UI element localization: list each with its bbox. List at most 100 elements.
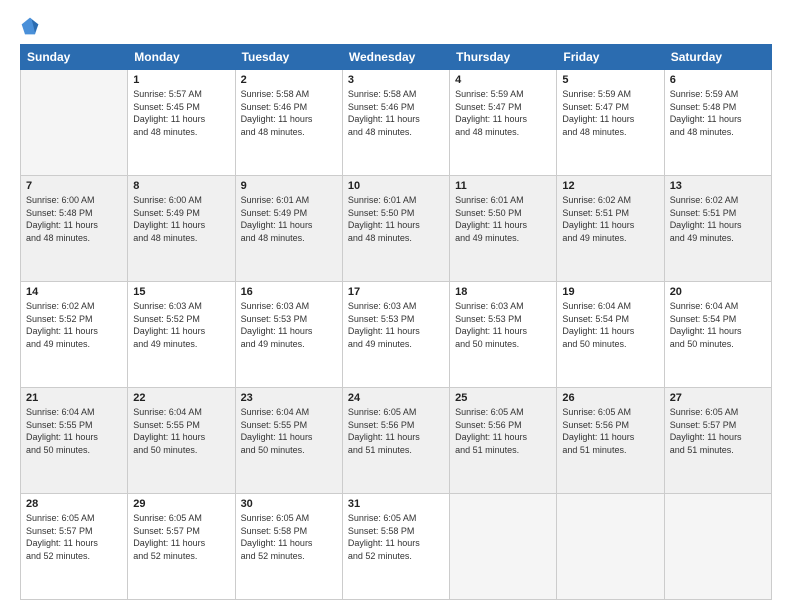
- logo-icon: [20, 16, 40, 36]
- calendar-cell: 13 Sunrise: 6:02 AMSunset: 5:51 PMDayligh…: [664, 176, 771, 282]
- calendar-cell: 2 Sunrise: 5:58 AMSunset: 5:46 PMDaylight…: [235, 70, 342, 176]
- calendar-cell: 6Sunrise: 5:59 AMSunset: 5:48 PMDaylight…: [664, 70, 771, 176]
- logo-area: [20, 16, 48, 36]
- day-number: 29: [133, 498, 229, 510]
- day-info: Sunrise: 6:05 AMSunset: 5:56 PMDaylight:…: [348, 406, 444, 456]
- calendar-week-row: 21 Sunrise: 6:04 AMSunset: 5:55 PMDayligh…: [21, 388, 772, 494]
- calendar-cell: [450, 494, 557, 600]
- calendar-cell: 19 Sunrise: 6:04 AMSunset: 5:54 PMDayligh…: [557, 282, 664, 388]
- day-info: Sunrise: 6:04 AMSunset: 5:55 PMDaylight:…: [241, 406, 337, 456]
- calendar-cell: 23 Sunrise: 6:04 AMSunset: 5:55 PMDayligh…: [235, 388, 342, 494]
- calendar-cell: [664, 494, 771, 600]
- day-info: Sunrise: 6:01 AMSunset: 5:50 PMDaylight:…: [455, 194, 551, 244]
- calendar-cell: 28Sunrise: 6:05 AMSunset: 5:57 PMDayligh…: [21, 494, 128, 600]
- day-info: Sunrise: 6:05 AMSunset: 5:56 PMDaylight:…: [455, 406, 551, 456]
- calendar-cell: 4 Sunrise: 5:59 AMSunset: 5:47 PMDaylight…: [450, 70, 557, 176]
- day-info: Sunrise: 6:05 AMSunset: 5:57 PMDaylight:…: [133, 512, 229, 562]
- day-number: 10: [348, 180, 444, 192]
- weekday-header-tuesday: Tuesday: [235, 45, 342, 70]
- day-info: Sunrise: 6:05 AMSunset: 5:56 PMDaylight:…: [562, 406, 658, 456]
- calendar-week-row: 1Sunrise: 5:57 AMSunset: 5:45 PMDaylight…: [21, 70, 772, 176]
- calendar-cell: [557, 494, 664, 600]
- day-info: Sunrise: 5:59 AMSunset: 5:48 PMDaylight:…: [670, 88, 766, 138]
- day-info: Sunrise: 5:59 AMSunset: 5:47 PMDaylight:…: [562, 88, 658, 138]
- weekday-header-row: SundayMondayTuesdayWednesdayThursdayFrid…: [21, 45, 772, 70]
- calendar-week-row: 28 Sunrise: 6:05 AMSunset: 5:57 PMDayligh…: [21, 494, 772, 600]
- day-number: 14: [26, 286, 122, 298]
- page: SundayMondayTuesdayWednesdayThursdayFrid…: [0, 0, 792, 612]
- day-number: 21: [26, 392, 122, 404]
- day-info: Sunrise: 6:00 AMSunset: 5:49 PMDaylight:…: [133, 194, 229, 244]
- day-info: Sunrise: 6:01 AMSunset: 5:50 PMDaylight:…: [348, 194, 444, 244]
- calendar-table: SundayMondayTuesdayWednesdayThursdayFrid…: [20, 44, 772, 600]
- calendar-cell: 7 Sunrise: 6:00 AMSunset: 5:48 PMDaylight…: [21, 176, 128, 282]
- day-info: Sunrise: 6:00 AMSunset: 5:48 PMDaylight:…: [26, 194, 122, 244]
- day-number: 3: [348, 74, 444, 86]
- header: [20, 16, 772, 36]
- day-number: 8: [133, 180, 229, 192]
- day-info: Sunrise: 6:03 AMSunset: 5:52 PMDaylight:…: [133, 300, 229, 350]
- day-number: 7: [26, 180, 122, 192]
- calendar-cell: 5 Sunrise: 5:59 AMSunset: 5:47 PMDaylight…: [557, 70, 664, 176]
- day-info: Sunrise: 6:02 AMSunset: 5:52 PMDaylight:…: [26, 300, 122, 350]
- day-info: Sunrise: 6:02 AMSunset: 5:51 PMDaylight:…: [670, 194, 766, 244]
- calendar-cell: 21Sunrise: 6:04 AMSunset: 5:55 PMDayligh…: [21, 388, 128, 494]
- calendar-cell: 26 Sunrise: 6:05 AMSunset: 5:56 PMDayligh…: [557, 388, 664, 494]
- calendar-cell: 18Sunrise: 6:03 AMSunset: 5:53 PMDayligh…: [450, 282, 557, 388]
- calendar-cell: 11 Sunrise: 6:01 AMSunset: 5:50 PMDayligh…: [450, 176, 557, 282]
- calendar-cell: 3Sunrise: 5:58 AMSunset: 5:46 PMDaylight…: [342, 70, 449, 176]
- calendar-cell: 1Sunrise: 5:57 AMSunset: 5:45 PMDaylight…: [128, 70, 235, 176]
- day-number: 28: [26, 498, 122, 510]
- calendar-cell: 16 Sunrise: 6:03 AMSunset: 5:53 PMDayligh…: [235, 282, 342, 388]
- day-number: 19: [562, 286, 658, 298]
- day-info: Sunrise: 6:05 AMSunset: 5:58 PMDaylight:…: [348, 512, 444, 562]
- day-number: 27: [670, 392, 766, 404]
- day-number: 18: [455, 286, 551, 298]
- day-number: 5: [562, 74, 658, 86]
- day-info: Sunrise: 6:04 AMSunset: 5:55 PMDaylight:…: [133, 406, 229, 456]
- day-number: 23: [241, 392, 337, 404]
- calendar-week-row: 14 Sunrise: 6:02 AMSunset: 5:52 PMDayligh…: [21, 282, 772, 388]
- day-info: Sunrise: 6:02 AMSunset: 5:51 PMDaylight:…: [562, 194, 658, 244]
- calendar-cell: 15 Sunrise: 6:03 AMSunset: 5:52 PMDayligh…: [128, 282, 235, 388]
- calendar-cell: 9 Sunrise: 6:01 AMSunset: 5:49 PMDaylight…: [235, 176, 342, 282]
- weekday-header-saturday: Saturday: [664, 45, 771, 70]
- calendar-cell: 12 Sunrise: 6:02 AMSunset: 5:51 PMDayligh…: [557, 176, 664, 282]
- day-number: 25: [455, 392, 551, 404]
- day-number: 13: [670, 180, 766, 192]
- weekday-header-friday: Friday: [557, 45, 664, 70]
- day-number: 4: [455, 74, 551, 86]
- day-number: 11: [455, 180, 551, 192]
- calendar-week-row: 7 Sunrise: 6:00 AMSunset: 5:48 PMDaylight…: [21, 176, 772, 282]
- day-number: 16: [241, 286, 337, 298]
- day-number: 26: [562, 392, 658, 404]
- calendar-cell: 8 Sunrise: 6:00 AMSunset: 5:49 PMDaylight…: [128, 176, 235, 282]
- day-number: 24: [348, 392, 444, 404]
- calendar-cell: 31Sunrise: 6:05 AMSunset: 5:58 PMDayligh…: [342, 494, 449, 600]
- day-number: 1: [133, 74, 229, 86]
- day-number: 9: [241, 180, 337, 192]
- day-number: 2: [241, 74, 337, 86]
- calendar-cell: 29 Sunrise: 6:05 AMSunset: 5:57 PMDayligh…: [128, 494, 235, 600]
- calendar-cell: 27 Sunrise: 6:05 AMSunset: 5:57 PMDayligh…: [664, 388, 771, 494]
- calendar-cell: 30Sunrise: 6:05 AMSunset: 5:58 PMDayligh…: [235, 494, 342, 600]
- calendar-cell: [21, 70, 128, 176]
- logo: [20, 16, 48, 36]
- day-info: Sunrise: 6:03 AMSunset: 5:53 PMDaylight:…: [241, 300, 337, 350]
- day-number: 15: [133, 286, 229, 298]
- day-info: Sunrise: 6:01 AMSunset: 5:49 PMDaylight:…: [241, 194, 337, 244]
- day-number: 12: [562, 180, 658, 192]
- day-info: Sunrise: 6:04 AMSunset: 5:54 PMDaylight:…: [562, 300, 658, 350]
- calendar-cell: 17Sunrise: 6:03 AMSunset: 5:53 PMDayligh…: [342, 282, 449, 388]
- calendar-cell: 14 Sunrise: 6:02 AMSunset: 5:52 PMDayligh…: [21, 282, 128, 388]
- calendar-cell: 25 Sunrise: 6:05 AMSunset: 5:56 PMDayligh…: [450, 388, 557, 494]
- day-info: Sunrise: 5:58 AMSunset: 5:46 PMDaylight:…: [241, 88, 337, 138]
- day-info: Sunrise: 5:59 AMSunset: 5:47 PMDaylight:…: [455, 88, 551, 138]
- day-number: 30: [241, 498, 337, 510]
- calendar-cell: 20Sunrise: 6:04 AMSunset: 5:54 PMDayligh…: [664, 282, 771, 388]
- calendar-cell: 10 Sunrise: 6:01 AMSunset: 5:50 PMDayligh…: [342, 176, 449, 282]
- calendar-cell: 22 Sunrise: 6:04 AMSunset: 5:55 PMDayligh…: [128, 388, 235, 494]
- day-info: Sunrise: 6:05 AMSunset: 5:57 PMDaylight:…: [670, 406, 766, 456]
- weekday-header-wednesday: Wednesday: [342, 45, 449, 70]
- day-number: 22: [133, 392, 229, 404]
